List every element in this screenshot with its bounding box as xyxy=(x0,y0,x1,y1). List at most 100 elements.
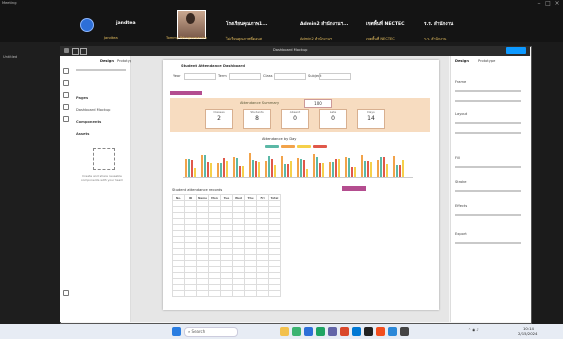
participant-subtitle: เขตพื้นที่ NECTEC xyxy=(366,37,395,41)
app-icon-gray[interactable] xyxy=(400,327,409,336)
banner-title: Attendance Summary xyxy=(240,101,280,105)
chrome-icon[interactable] xyxy=(316,327,325,336)
chart-bar xyxy=(265,161,267,177)
chart-bar xyxy=(185,159,187,177)
search-layers[interactable] xyxy=(76,69,126,71)
zoom-icon[interactable] xyxy=(388,327,397,336)
chart-bar xyxy=(226,161,228,177)
legend-late xyxy=(265,145,279,148)
legend-present xyxy=(281,145,295,148)
tab-design-right[interactable]: Design xyxy=(455,59,469,63)
prop-row[interactable] xyxy=(455,90,521,92)
chart-bar xyxy=(351,167,353,177)
prop-fill: Fill xyxy=(455,156,460,160)
prop-effects: Effects xyxy=(455,204,468,208)
prop-stroke: Stroke xyxy=(455,180,467,184)
prop-row[interactable] xyxy=(455,122,521,124)
legend-absent xyxy=(313,145,327,148)
prop-frame: Frame xyxy=(455,80,467,84)
tab-prototype-right[interactable]: Prototype xyxy=(478,59,495,63)
stat-card: Absent 0 xyxy=(281,109,309,129)
table-title: Student attendance records xyxy=(172,188,223,192)
search-placeholder: Search xyxy=(191,329,206,334)
close-icon[interactable]: × xyxy=(554,1,560,7)
clock-date[interactable]: 2/15/2024 xyxy=(518,331,537,336)
section-assets[interactable]: Assets xyxy=(76,132,89,136)
dashboard-header: Student Attendance Dashboard xyxy=(181,64,245,68)
participant-name: Admin2 สำนักงานฯ... xyxy=(300,22,349,27)
participant-subtitle: Tommy Wongsuwanich xyxy=(166,36,207,40)
chart-bar xyxy=(204,155,206,177)
chart-bar xyxy=(290,161,292,177)
frame-tool-icon[interactable] xyxy=(80,48,87,55)
app-icon-green[interactable] xyxy=(292,327,301,336)
filter-select[interactable] xyxy=(184,73,216,80)
stat-card: Students 8 xyxy=(243,109,271,129)
search-box[interactable]: ⌕ Search xyxy=(184,327,238,337)
filter-select[interactable] xyxy=(229,73,261,80)
participant-name: jandtea xyxy=(116,21,136,26)
prop-row[interactable] xyxy=(455,166,521,168)
start-icon[interactable] xyxy=(172,327,181,336)
frame-icon[interactable] xyxy=(63,80,69,86)
text-icon[interactable] xyxy=(63,116,69,122)
app-icon-blue[interactable] xyxy=(352,327,361,336)
chart-bar xyxy=(223,158,225,177)
system-tray[interactable]: ⌃ ◉ ♪ xyxy=(468,328,479,332)
chart-bar xyxy=(217,163,219,177)
shape-icon[interactable] xyxy=(63,92,69,98)
file-explorer-icon[interactable] xyxy=(280,327,289,336)
tab-design[interactable]: Design xyxy=(100,59,114,63)
table-cell xyxy=(208,290,221,297)
export-button[interactable] xyxy=(342,186,366,191)
figma-menu-icon[interactable] xyxy=(64,48,69,53)
prop-row[interactable] xyxy=(455,190,521,192)
table-row[interactable] xyxy=(172,290,281,297)
side-panel-label: Untitled xyxy=(3,55,18,59)
app-icon-red[interactable] xyxy=(340,327,349,336)
page-item[interactable]: Dashboard Mockup xyxy=(76,108,110,112)
teams-icon[interactable] xyxy=(328,327,337,336)
pen-icon[interactable] xyxy=(63,104,69,110)
minimize-icon[interactable]: – xyxy=(536,1,542,7)
section-components[interactable]: Components xyxy=(76,120,101,124)
edge-icon[interactable] xyxy=(304,327,313,336)
meeting-side-panel xyxy=(0,42,60,324)
chart-bar xyxy=(207,162,209,177)
chart-bar xyxy=(316,157,318,177)
maximize-icon[interactable]: □ xyxy=(545,1,551,7)
prop-row[interactable] xyxy=(455,100,521,102)
chart-bar xyxy=(220,163,222,177)
participant-subtitle: ร.ร. สำนักงาน xyxy=(424,37,447,41)
prop-row[interactable] xyxy=(455,132,521,134)
table-cell xyxy=(196,290,209,297)
prop-row[interactable] xyxy=(455,214,521,216)
chart-bar xyxy=(332,162,334,177)
properties-panel xyxy=(450,56,531,322)
app-icon-dark[interactable] xyxy=(364,327,373,336)
chart-bar xyxy=(329,162,331,177)
filter-select[interactable] xyxy=(319,73,351,80)
apply-filter-button[interactable] xyxy=(170,91,202,95)
share-button[interactable] xyxy=(506,47,526,54)
move-tool-icon[interactable] xyxy=(72,48,79,55)
chart-bar xyxy=(399,165,401,177)
chart-bar xyxy=(380,157,382,177)
prop-row[interactable] xyxy=(455,242,521,244)
chart-bar xyxy=(345,157,347,177)
chart-bar xyxy=(297,158,299,177)
chart-bar xyxy=(393,156,395,177)
chart-bar xyxy=(354,167,356,177)
chart-bar xyxy=(367,161,369,177)
section-pages[interactable]: Pages xyxy=(76,96,88,100)
help-icon[interactable] xyxy=(63,290,69,296)
window-title: Meeting xyxy=(2,1,17,5)
stat-card: Days 14 xyxy=(357,109,385,129)
filter-select[interactable] xyxy=(274,73,306,80)
chart-bar xyxy=(386,164,388,177)
select-icon[interactable] xyxy=(63,68,69,74)
chart-bar xyxy=(188,159,190,177)
chart-bar xyxy=(252,160,254,177)
figma-icon[interactable] xyxy=(376,327,385,336)
stat-value: 0 xyxy=(293,115,297,122)
